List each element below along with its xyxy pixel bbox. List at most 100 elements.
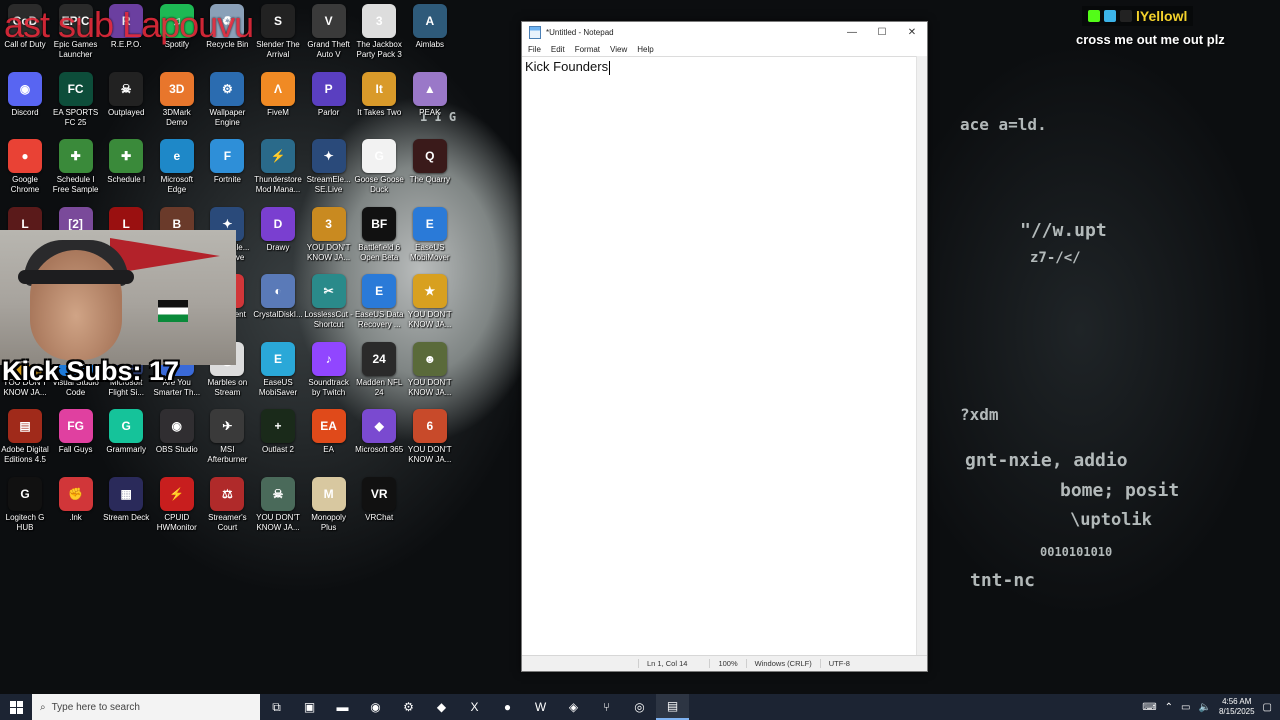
- app-icon: P: [311, 71, 346, 106]
- desktop-icon[interactable]: D Drawy: [253, 206, 303, 253]
- vertical-scrollbar[interactable]: [916, 56, 927, 656]
- start-button[interactable]: [0, 694, 32, 720]
- desktop-icon[interactable]: ◐ CrystalDiskI...: [253, 274, 303, 320]
- desktop-icon[interactable]: V Grand Theft Auto V: [304, 4, 354, 60]
- taskbar-pinned-apps: ⧉ ▣ ▬ ◉ ⚙ ◆ X ● W ◈ ⑂ ◎ ▤: [260, 694, 689, 720]
- taskbar-app-settings[interactable]: ⚙: [392, 694, 425, 720]
- desktop-icon[interactable]: ▤ Adobe Digital Editions 4.5: [0, 409, 50, 465]
- notepad-window[interactable]: *Untitled - Notepad — ☐ ✕ File Edit Form…: [521, 21, 928, 672]
- notepad-titlebar[interactable]: *Untitled - Notepad — ☐ ✕: [522, 22, 927, 42]
- taskbar-app-discord[interactable]: ◉: [359, 694, 392, 720]
- desktop-icon[interactable]: It It Takes Two: [354, 71, 404, 118]
- desktop-icon[interactable]: G Logitech G HUB: [0, 476, 50, 533]
- desktop-icon[interactable]: ☠ YOU DON'T KNOW JA...: [253, 476, 303, 533]
- desktop-icon[interactable]: ◉ Discord: [0, 71, 50, 118]
- desktop-icon[interactable]: 6 YOU DON'T KNOW JA...: [405, 409, 455, 465]
- menu-view[interactable]: View: [610, 45, 627, 54]
- desktop-icon[interactable]: Q The Quarry: [405, 139, 455, 185]
- desktop-icon[interactable]: E EaseUS MobiMover: [405, 206, 455, 263]
- app-icon: ✚: [58, 139, 93, 173]
- menu-edit[interactable]: Edit: [551, 45, 565, 54]
- desktop-icon-label: Microsoft 365: [355, 445, 404, 454]
- desktop-icon[interactable]: e Microsoft Edge: [152, 139, 202, 195]
- desktop-icon[interactable]: ⚡ CPUID HWMonitor: [152, 476, 202, 533]
- desktop-icon[interactable]: M Monopoly Plus: [304, 476, 354, 533]
- keyboard-icon[interactable]: ⌨: [1142, 702, 1156, 713]
- notification-icon[interactable]: ▢: [1263, 702, 1272, 713]
- taskbar-app-vpn[interactable]: ◈: [557, 694, 590, 720]
- desktop-icon[interactable]: 3 The Jackbox Party Pack 3: [354, 4, 404, 60]
- desktop-icon[interactable]: ☻ YOU DON'T KNOW JA...: [405, 341, 455, 398]
- taskbar-clock[interactable]: 4:56 AM 8/15/2025: [1219, 697, 1255, 717]
- close-button[interactable]: ✕: [897, 27, 927, 38]
- menu-help[interactable]: Help: [637, 45, 653, 54]
- desktop-icon[interactable]: ✚ Schedule I Free Sample: [51, 139, 101, 195]
- desktop-icon[interactable]: S Slender The Arrival: [253, 4, 303, 60]
- desktop-icon[interactable]: G Grammarly: [101, 409, 151, 455]
- desktop-icon[interactable]: ▲ PEAK: [405, 71, 455, 118]
- desktop-icon[interactable]: ⚖ Streamer's Court: [202, 476, 252, 533]
- desktop-icon[interactable]: + Outlast 2: [253, 409, 303, 455]
- taskbar-app-widgets[interactable]: ▣: [293, 694, 326, 720]
- taskbar-app-app-red[interactable]: ◎: [623, 694, 656, 720]
- desktop-icon[interactable]: 3 YOU DON'T KNOW JA...: [304, 206, 354, 263]
- desktop-icon[interactable]: ✚ Schedule I: [101, 139, 151, 185]
- taskbar-app-chrome[interactable]: ●: [491, 694, 524, 720]
- desktop-icon-label: Schedule I Free Sample: [52, 175, 99, 194]
- search-icon: ⌕: [40, 701, 46, 713]
- minimize-button[interactable]: —: [837, 27, 867, 38]
- desktop-icon-label: EaseUS MobiMover: [410, 242, 450, 262]
- desktop-icon[interactable]: Λ FiveM: [253, 71, 303, 118]
- taskbar-app-task-view[interactable]: ⧉: [260, 694, 293, 720]
- desktop-icon[interactable]: ★ YOU DON'T KNOW JA...: [405, 274, 455, 330]
- desktop-icon-label: EaseUS MobiSaver: [258, 377, 298, 397]
- chevron-up-icon[interactable]: ⌃: [1165, 702, 1173, 713]
- taskbar-app-word[interactable]: W: [524, 694, 557, 720]
- menu-format[interactable]: Format: [575, 45, 600, 54]
- desktop-icon[interactable]: FG Fall Guys: [51, 409, 101, 455]
- desktop-icon[interactable]: ◉ OBS Studio: [152, 409, 202, 455]
- desktop-icon[interactable]: E EaseUS Data Recovery ...: [354, 274, 404, 330]
- desktop-icon[interactable]: ● Google Chrome: [0, 139, 50, 195]
- desktop-icon[interactable]: ▦ Stream Deck: [101, 476, 151, 523]
- desktop-icon[interactable]: G Goose Goose Duck: [354, 139, 404, 195]
- taskbar-search-box[interactable]: ⌕ Type here to search: [32, 694, 260, 720]
- speaker-icon[interactable]: 🔈: [1199, 702, 1211, 713]
- desktop-icon-label: Battlefield 6 Open Beta: [358, 242, 401, 262]
- desktop-icon[interactable]: BF Battlefield 6 Open Beta: [354, 206, 404, 263]
- desktop-icon-label: Soundtrack by Twitch: [308, 377, 349, 397]
- desktop-icon[interactable]: A Aimlabs: [405, 4, 455, 50]
- desktop-icon[interactable]: E EaseUS MobiSaver: [253, 341, 303, 398]
- network-icon[interactable]: ▭: [1181, 702, 1190, 713]
- desktop-icon[interactable]: ✊ .lnk: [51, 476, 101, 523]
- desktop-icon[interactable]: VR VRChat: [354, 476, 404, 523]
- desktop-icon[interactable]: F Fortnite: [202, 139, 252, 185]
- app-icon: Λ: [261, 71, 295, 106]
- maximize-button[interactable]: ☐: [867, 27, 897, 38]
- app-icon: ✈: [210, 409, 245, 443]
- app-icon: VR: [362, 476, 397, 511]
- taskbar-app-notepad[interactable]: ▤: [656, 694, 689, 720]
- taskbar-app-file-explorer[interactable]: ▬: [326, 694, 359, 720]
- desktop-icon[interactable]: ◆ Microsoft 365: [354, 409, 404, 455]
- desktop-icon[interactable]: ✦ StreamEle... SE.Live: [304, 139, 354, 195]
- text-editor-area[interactable]: Kick Founders: [522, 56, 917, 656]
- desktop-icon[interactable]: ⚙ Wallpaper Engine: [202, 71, 252, 128]
- desktop-icon[interactable]: 3D 3DMark Demo: [152, 71, 202, 128]
- taskbar-app-fork[interactable]: ⑂: [590, 694, 623, 720]
- desktop-icon[interactable]: FC EA SPORTS FC 25: [51, 71, 101, 128]
- desktop-icon[interactable]: ☠ Outplayed: [101, 71, 151, 118]
- desktop-icon[interactable]: ♪ Soundtrack by Twitch: [304, 341, 354, 398]
- app-icon: ✚: [109, 139, 144, 173]
- desktop-icon[interactable]: P Parlor: [304, 71, 354, 118]
- status-bar: Ln 1, Col 14 100% Windows (CRLF) UTF-8: [522, 655, 927, 671]
- desktop-icon[interactable]: ✈ MSI Afterburner: [202, 409, 252, 465]
- desktop-icon[interactable]: 24 Madden NFL 24: [354, 341, 404, 398]
- desktop-icon[interactable]: EA EA: [304, 409, 354, 455]
- taskbar-app-app-blue[interactable]: ◆: [425, 694, 458, 720]
- app-icon: A: [412, 4, 447, 38]
- desktop-icon[interactable]: ⚡ Thunderstore Mod Mana...: [253, 139, 303, 195]
- desktop-icon[interactable]: ✂ LosslessCut - Shortcut: [304, 274, 354, 330]
- taskbar-app-excel[interactable]: X: [458, 694, 491, 720]
- menu-file[interactable]: File: [528, 45, 541, 54]
